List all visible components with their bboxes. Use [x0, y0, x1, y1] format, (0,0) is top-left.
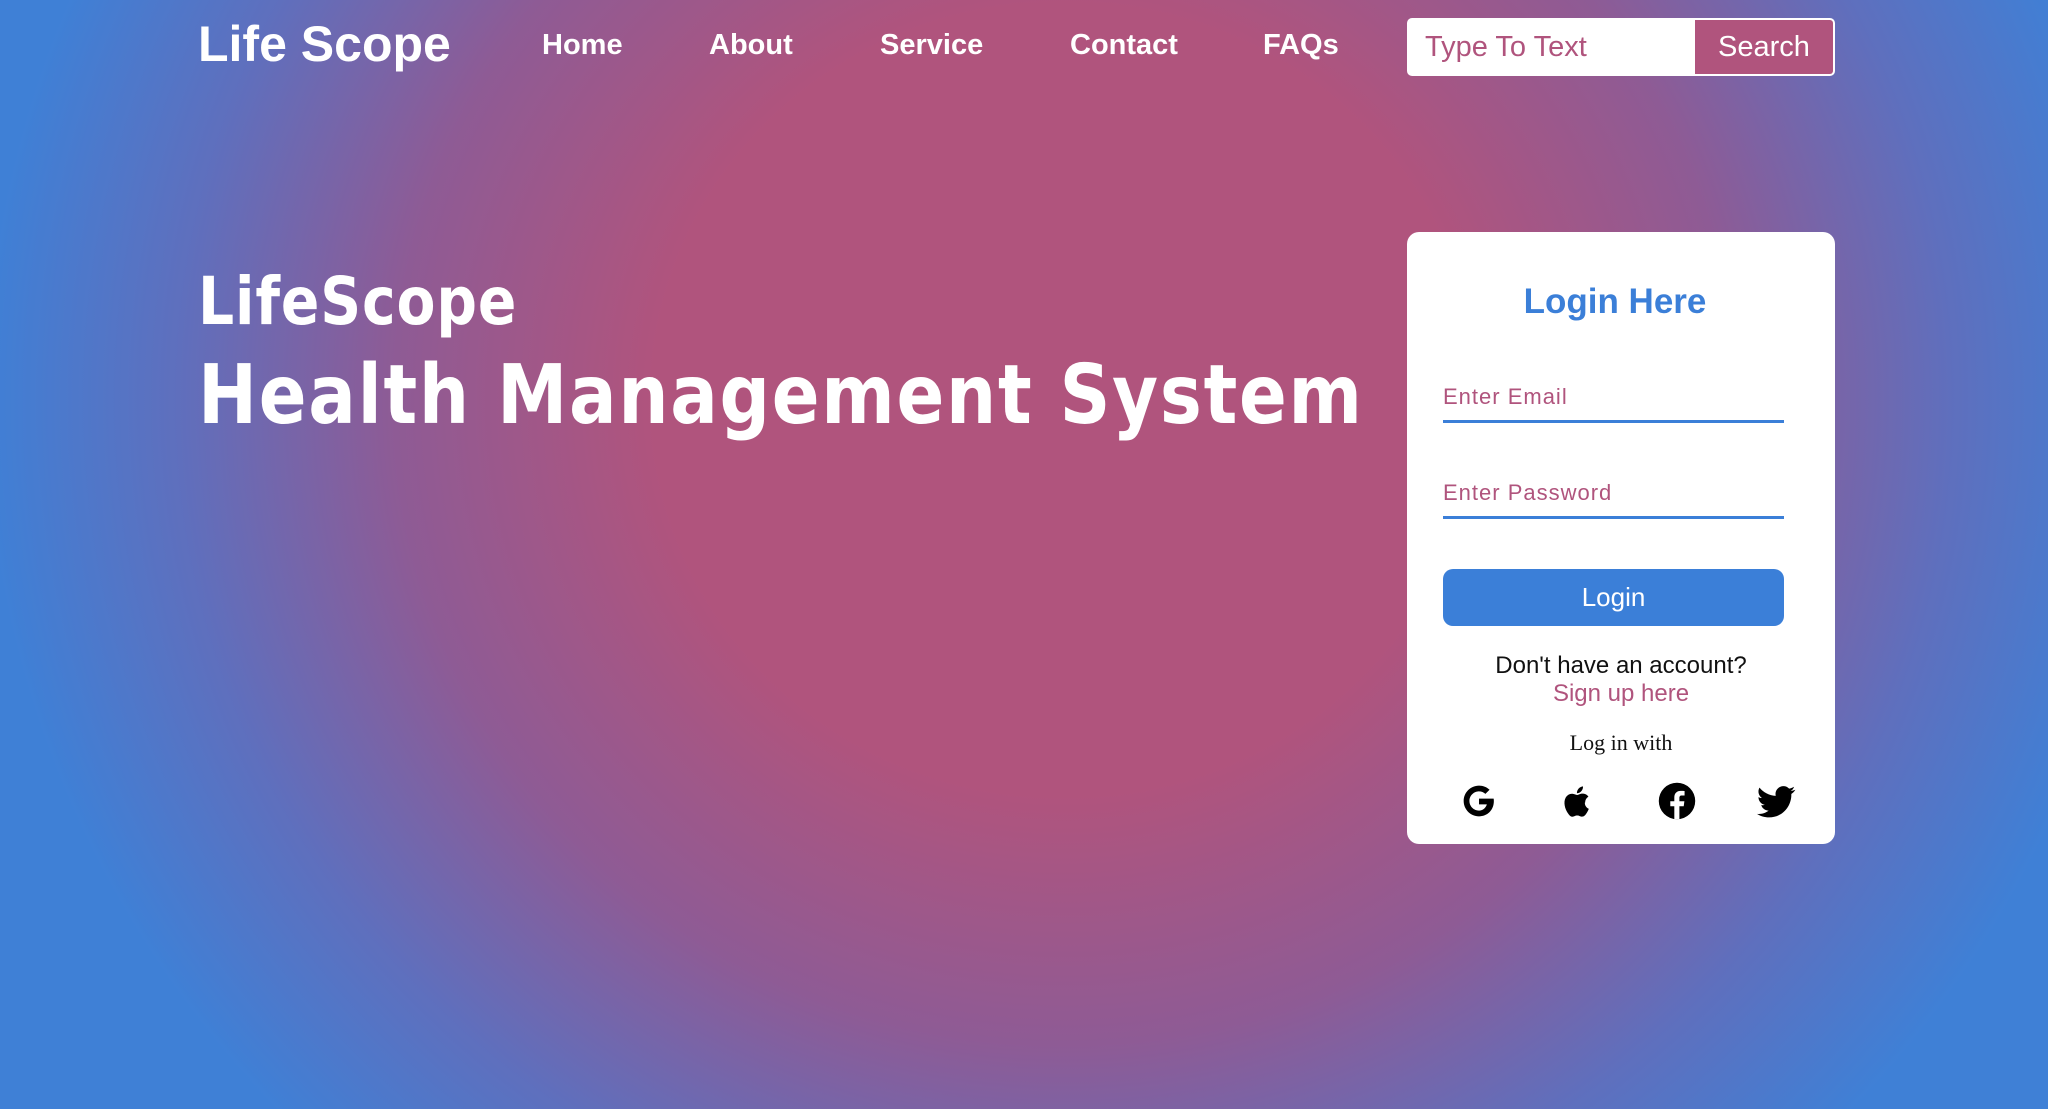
login-title: Login Here [1523, 282, 1707, 321]
login-with-label: Log in with [1569, 730, 1673, 755]
nav-home[interactable]: Home [542, 20, 623, 70]
search-input[interactable] [1409, 20, 1695, 74]
search-button[interactable]: Search [1695, 20, 1833, 74]
login-button[interactable]: Login [1443, 569, 1784, 626]
hero-subtitle: Health Management System [198, 348, 1364, 443]
hero-title: LifeScope [198, 263, 518, 340]
search-bar: Search [1407, 18, 1835, 76]
login-card: Login Here Login Don't have an account? … [1407, 232, 1835, 844]
signup-link[interactable]: Sign up here [1407, 680, 1835, 708]
nav-service[interactable]: Service [880, 20, 983, 70]
nav-faqs[interactable]: FAQs [1263, 20, 1339, 70]
no-account-text: Don't have an account? [1495, 652, 1747, 679]
password-field[interactable] [1443, 470, 1784, 519]
nav-contact[interactable]: Contact [1070, 20, 1178, 70]
google-icon[interactable] [1456, 778, 1502, 824]
facebook-icon[interactable] [1654, 778, 1700, 824]
email-field[interactable] [1443, 374, 1784, 423]
nav-about[interactable]: About [709, 20, 793, 70]
twitter-icon[interactable] [1753, 778, 1799, 824]
apple-icon[interactable] [1555, 778, 1601, 824]
brand-logo[interactable]: Life Scope [198, 12, 451, 76]
